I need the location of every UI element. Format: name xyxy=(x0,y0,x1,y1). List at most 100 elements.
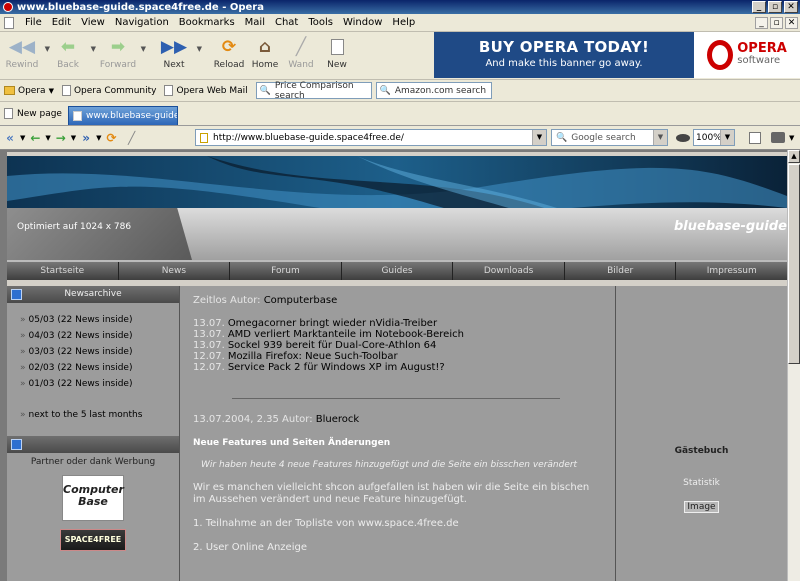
menu-edit[interactable]: Edit xyxy=(47,17,76,28)
zoom-dropdown-icon[interactable]: ▼ xyxy=(720,130,734,145)
news-item[interactable]: 12.07. Service Pack 2 für Windows XP im A… xyxy=(193,362,615,373)
news-item[interactable]: 13.07. AMD verliert Marktanteile im Noteb… xyxy=(193,329,615,340)
menu-window[interactable]: Window xyxy=(338,17,387,28)
menu-bookmarks[interactable]: Bookmarks xyxy=(174,17,240,28)
rewind-small-icon[interactable]: « xyxy=(0,131,20,145)
nav-bilder[interactable]: Bilder xyxy=(565,262,677,280)
doc-close-button[interactable]: ✕ xyxy=(785,17,798,29)
scroll-thumb[interactable] xyxy=(788,164,800,364)
page-icon xyxy=(164,85,174,96)
chevron-down-icon[interactable]: ▼ xyxy=(789,134,794,142)
divider xyxy=(232,398,560,399)
vertical-scrollbar[interactable]: ▲ xyxy=(787,150,800,581)
back-arrow-icon: ⬅ xyxy=(60,37,76,57)
menu-chat[interactable]: Chat xyxy=(270,17,303,28)
menu-file[interactable]: File xyxy=(20,17,47,28)
fast-forward-small-icon[interactable]: » xyxy=(76,131,96,145)
camera-icon[interactable] xyxy=(771,132,785,143)
forward-small-icon[interactable]: → xyxy=(51,131,71,145)
space4free-logo[interactable]: SPACE4FREE xyxy=(60,529,126,551)
nav-startseite[interactable]: Startseite xyxy=(7,262,119,280)
view-eye-icon[interactable] xyxy=(676,133,690,142)
computerbase-logo[interactable]: Computer Base xyxy=(62,475,124,521)
post-title: Neue Features und Seiten Änderungen xyxy=(193,438,391,448)
opera-logo[interactable]: OPERA software xyxy=(694,32,800,78)
menu-tools[interactable]: Tools xyxy=(303,17,338,28)
address-toolbar: « ▼ ← ▼ → ▼ » ▼ ⟳ ╱ http://www.bluebase-… xyxy=(0,126,800,150)
page-icon xyxy=(72,111,82,121)
forward-arrow-icon: ➡ xyxy=(110,37,126,57)
rewind-button[interactable]: ◀◀ Rewind ▼ xyxy=(0,34,50,70)
address-dropdown-icon[interactable]: ▼ xyxy=(532,130,546,145)
reload-small-icon[interactable]: ⟳ xyxy=(102,131,122,145)
news-item[interactable]: 13.07. Sockel 939 bereit für Dual-Core-At… xyxy=(193,340,615,351)
bookmark-opera-webmail[interactable]: Opera Web Mail xyxy=(160,85,251,96)
back-small-icon[interactable]: ← xyxy=(25,131,45,145)
web-page-viewport: Optimiert auf 1024 x 786 bluebase-guide … xyxy=(0,150,787,581)
nav-news[interactable]: News xyxy=(119,262,231,280)
address-field[interactable]: http://www.bluebase-guide.space4free.de/… xyxy=(195,129,547,146)
site-header: Optimiert auf 1024 x 786 bluebase-guide xyxy=(7,156,787,260)
minimize-button[interactable]: _ xyxy=(752,1,766,13)
scroll-up-icon[interactable]: ▲ xyxy=(788,150,800,163)
tab-active[interactable]: www.bluebase-guide.spac... xyxy=(67,106,178,125)
next-button[interactable]: ▶▶ Next ▼ xyxy=(152,34,202,70)
personal-bar: Opera ▼ Opera Community Opera Web Mail 🔍… xyxy=(0,80,800,102)
trash-icon[interactable] xyxy=(749,131,761,144)
nav-guides[interactable]: Guides xyxy=(342,262,454,280)
archive-item[interactable]: » 04/03 (22 News inside) xyxy=(20,331,179,342)
partner-header xyxy=(7,436,179,453)
nav-forum[interactable]: Forum xyxy=(230,262,342,280)
panel-icon xyxy=(11,289,22,300)
new-page-button[interactable]: New page xyxy=(0,108,68,125)
new-page-icon xyxy=(326,36,348,58)
menu-help[interactable]: Help xyxy=(387,17,420,28)
header-shade xyxy=(7,208,192,260)
post-meta: 13.07.2004, 2.35 Autor: Bluerock xyxy=(193,414,360,425)
next-months-link[interactable]: » next to the 5 last months xyxy=(7,410,179,420)
opera-ad-banner[interactable]: BUY OPERA TODAY! And make this banner go… xyxy=(434,32,694,78)
archive-item[interactable]: » 02/03 (22 News inside) xyxy=(20,363,179,374)
window-title: www.bluebase-guide.space4free.de - Opera xyxy=(17,1,264,13)
news-item[interactable]: 12.07. Mozilla Firefox: Neue Such-Toolbar xyxy=(193,351,615,362)
new-button[interactable]: New xyxy=(315,34,359,70)
archive-item[interactable]: » 05/03 (22 News inside) xyxy=(20,315,179,326)
bookmark-opera-folder[interactable]: Opera ▼ xyxy=(0,86,58,96)
post-author[interactable]: Bluerock xyxy=(316,414,359,425)
price-comparison-search-field[interactable]: 🔍 Price Comparison search xyxy=(255,81,372,101)
menu-mail[interactable]: Mail xyxy=(240,17,270,28)
opera-icon xyxy=(3,2,13,12)
archive-item[interactable]: » 03/03 (22 News inside) xyxy=(20,347,179,358)
tab-bar: New page www.bluebase-guide.spac... xyxy=(0,102,800,126)
close-button[interactable]: ✕ xyxy=(784,1,798,13)
optimized-note: Optimiert auf 1024 x 786 xyxy=(17,222,132,232)
back-button[interactable]: ⬅ Back ▼ xyxy=(46,34,96,70)
search-engine-dropdown-icon[interactable]: ▼ xyxy=(653,130,667,145)
banner-subline: And make this banner go away. xyxy=(485,58,643,69)
menu-view[interactable]: View xyxy=(76,17,110,28)
menu-navigation[interactable]: Navigation xyxy=(110,17,174,28)
site-brand: bluebase-guide xyxy=(673,219,787,234)
wand-small-icon[interactable]: ╱ xyxy=(122,131,142,145)
panel-icon xyxy=(11,439,22,450)
archive-item[interactable]: » 01/03 (22 News inside) xyxy=(20,379,179,390)
doc-minimize-button[interactable]: _ xyxy=(755,17,768,29)
maximize-button[interactable]: ▫ xyxy=(768,1,782,13)
chevron-down-icon: ▼ xyxy=(140,45,146,53)
news-item[interactable]: 13.07. Omegacorner bringt wieder nVidia-T… xyxy=(193,318,615,329)
bookmark-opera-community[interactable]: Opera Community xyxy=(58,85,161,96)
page-icon xyxy=(200,132,208,143)
amazon-search-field[interactable]: 🔍 Amazon.com search xyxy=(375,82,492,99)
nav-downloads[interactable]: Downloads xyxy=(453,262,565,280)
post-intro: Wir haben heute 4 neue Features hinzugef… xyxy=(201,460,578,470)
doc-restore-button[interactable]: ▫ xyxy=(770,17,783,29)
post-item: 1. Teilnahme an der Topliste von www.spa… xyxy=(193,518,459,529)
google-search-field[interactable]: 🔍 Google search ▼ xyxy=(551,129,668,146)
address-url: http://www.bluebase-guide.space4free.de/ xyxy=(213,132,404,143)
new-page-icon xyxy=(4,108,13,119)
zoom-select[interactable]: 100% ▼ xyxy=(693,129,735,146)
forward-button[interactable]: ➡ Forward ▼ xyxy=(96,34,146,70)
guestbook-heading[interactable]: Gästebuch xyxy=(616,446,787,456)
nav-impressum[interactable]: Impressum xyxy=(676,262,787,280)
statistik-link[interactable]: Statistik xyxy=(616,478,787,488)
